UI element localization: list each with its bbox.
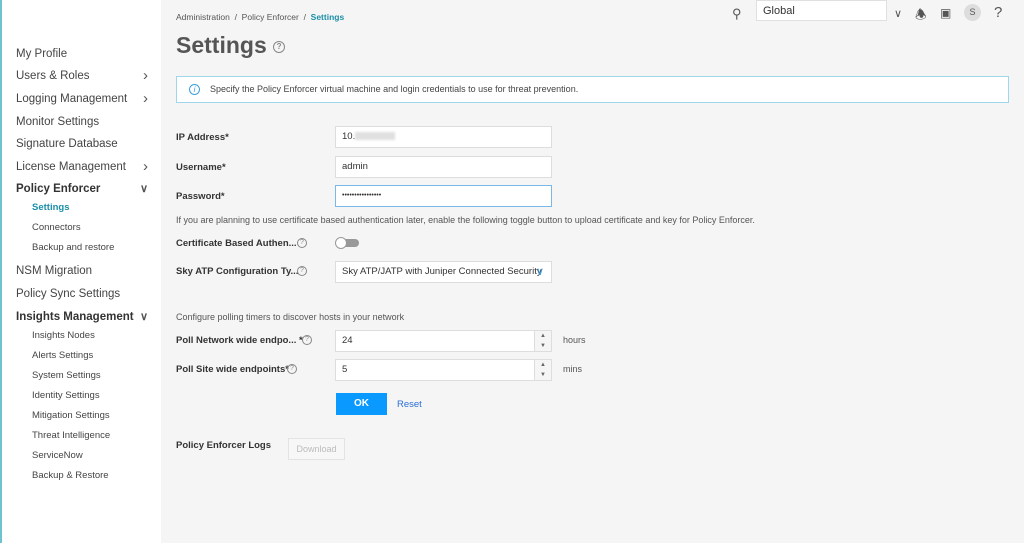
- sidebar-subitem-identity-settings[interactable]: Identity Settings: [32, 387, 172, 405]
- skyatp-select[interactable]: Sky ATP/JATP with Juniper Connected Secu…: [335, 261, 552, 283]
- breadcrumb-current: Settings: [310, 12, 345, 22]
- chevron-down-icon[interactable]: ∨: [140, 180, 148, 198]
- help-icon[interactable]: ?: [994, 4, 1002, 21]
- sidebar-item-label: Signature Database: [16, 138, 118, 150]
- chevron-down-icon[interactable]: ∨: [140, 308, 148, 326]
- redacted-ip: [355, 132, 396, 141]
- chevron-right-icon[interactable]: ›: [143, 67, 148, 85]
- domain-select[interactable]: Global: [756, 0, 887, 21]
- chat-icon[interactable]: ▣: [940, 6, 951, 20]
- sidebar-item-label: Policy Enforcer: [16, 183, 101, 195]
- download-button[interactable]: Download: [288, 438, 345, 460]
- sidebar-item-label: License Management: [16, 161, 126, 173]
- sidebar-subitem-mitigation-settings[interactable]: Mitigation Settings: [32, 407, 172, 425]
- breadcrumb-policy-enforcer[interactable]: Policy Enforcer: [242, 12, 299, 22]
- sidebar-item-policy-enforcer[interactable]: Policy Enforcer ∨: [16, 180, 156, 198]
- sidebar-subitem-servicenow[interactable]: ServiceNow: [32, 447, 172, 465]
- sidebar-subitem-system-settings[interactable]: System Settings: [32, 367, 172, 385]
- poll-note: Configure polling timers to discover hos…: [176, 312, 405, 322]
- sidebar-item-policy-sync-settings[interactable]: Policy Sync Settings: [16, 285, 156, 303]
- sidebar-subitem-threat-intelligence[interactable]: Threat Intelligence: [32, 427, 172, 445]
- poll-site-unit: mins: [563, 364, 583, 374]
- sidebar-item-insights-management[interactable]: Insights Management ∨: [16, 308, 156, 326]
- help-circle-icon[interactable]: ?: [273, 40, 286, 53]
- info-icon: i: [189, 84, 200, 95]
- skyatp-label: Sky ATP Configuration Ty...: [176, 266, 299, 277]
- cert-note: If you are planning to use certificate b…: [176, 215, 755, 225]
- poll-site-value: 5: [342, 364, 348, 375]
- stepper[interactable]: ▲ ▼: [534, 331, 551, 351]
- password-label: Password*: [176, 191, 225, 202]
- sidebar-subitem-settings[interactable]: Settings: [32, 199, 172, 217]
- sidebar-item-label: Monitor Settings: [16, 116, 100, 128]
- breadcrumb: Administration / Policy Enforcer / Setti…: [176, 12, 345, 22]
- cert-label: Certificate Based Authen...: [176, 238, 297, 249]
- sidebar: My Profile Users & Roles › Logging Manageme…: [0, 0, 161, 543]
- sidebar-item-users-roles[interactable]: Users & Roles ›: [16, 67, 156, 85]
- logs-label: Policy Enforcer Logs: [176, 440, 272, 451]
- search-icon[interactable]: ⚲: [732, 6, 742, 22]
- chevron-right-icon[interactable]: ›: [143, 158, 148, 176]
- info-banner: i Specify the Policy Enforcer virtual mac…: [176, 76, 1009, 103]
- poll-network-unit: hours: [563, 335, 586, 345]
- sidebar-item-monitor-settings[interactable]: Monitor Settings: [16, 113, 156, 131]
- ip-address-input[interactable]: 10.: [335, 126, 552, 148]
- sidebar-item-logging-management[interactable]: Logging Management ›: [16, 90, 156, 108]
- poll-network-label: Poll Network wide endpo... *: [176, 335, 303, 346]
- skyatp-value: Sky ATP/JATP with Juniper Connected Secu…: [342, 266, 542, 277]
- cert-toggle[interactable]: [335, 237, 359, 249]
- sidebar-item-license-management[interactable]: License Management ›: [16, 158, 156, 176]
- info-text: Specify the Policy Enforcer virtual mach…: [210, 84, 579, 94]
- help-circle-icon[interactable]: ?: [297, 266, 307, 276]
- sidebar-item-nsm-migration[interactable]: NSM Migration: [16, 262, 156, 280]
- poll-network-value: 24: [342, 335, 353, 346]
- password-input[interactable]: ••••••••••••••••: [335, 185, 552, 207]
- ok-button[interactable]: OK: [336, 393, 387, 415]
- poll-network-input[interactable]: 24 ▲ ▼: [335, 330, 552, 352]
- sidebar-item-label: Logging Management: [16, 93, 128, 105]
- username-label: Username*: [176, 162, 226, 173]
- page-title: Settings ?: [176, 32, 286, 59]
- poll-site-input[interactable]: 5 ▲ ▼: [335, 359, 552, 381]
- avatar[interactable]: S: [964, 4, 981, 21]
- chevron-right-icon[interactable]: ›: [143, 90, 148, 108]
- help-circle-icon[interactable]: ?: [297, 238, 307, 248]
- chevron-down-icon[interactable]: ∨: [894, 7, 902, 20]
- sidebar-item-signature-database[interactable]: Signature Database: [16, 135, 156, 153]
- breadcrumb-administration[interactable]: Administration: [176, 12, 230, 22]
- username-input[interactable]: admin: [335, 156, 552, 178]
- sidebar-subitem-alerts-settings[interactable]: Alerts Settings: [32, 347, 172, 365]
- reset-link[interactable]: Reset: [397, 399, 422, 410]
- sidebar-item-label: Insights Management: [16, 311, 134, 323]
- toggle-knob: [335, 237, 347, 249]
- ip-label: IP Address*: [176, 132, 229, 143]
- stepper[interactable]: ▲ ▼: [534, 360, 551, 380]
- page-title-text: Settings: [176, 32, 267, 58]
- main-content: Administration / Policy Enforcer / Setti…: [161, 0, 1024, 543]
- sidebar-item-label: My Profile: [16, 48, 68, 60]
- help-circle-icon[interactable]: ?: [302, 335, 312, 345]
- sidebar-item-label: NSM Migration: [16, 265, 93, 277]
- chevron-down-icon: ∨: [535, 266, 544, 278]
- sidebar-subitem-insights-nodes[interactable]: Insights Nodes: [32, 327, 172, 345]
- ip-value: 10.: [342, 131, 356, 142]
- sidebar-subitem-connectors[interactable]: Connectors: [32, 219, 172, 237]
- help-circle-icon[interactable]: ?: [287, 364, 297, 374]
- sidebar-item-label: Users & Roles: [16, 70, 90, 82]
- sidebar-item-my-profile[interactable]: My Profile: [16, 45, 156, 63]
- sidebar-item-label: Policy Sync Settings: [16, 288, 121, 300]
- sidebar-subitem-backup-and-restore[interactable]: Backup and restore: [32, 239, 172, 257]
- bell-icon[interactable]: 🕭: [915, 6, 927, 28]
- poll-site-label: Poll Site wide endpoints*: [176, 364, 289, 375]
- sidebar-subitem-backup-restore[interactable]: Backup & Restore: [32, 467, 172, 485]
